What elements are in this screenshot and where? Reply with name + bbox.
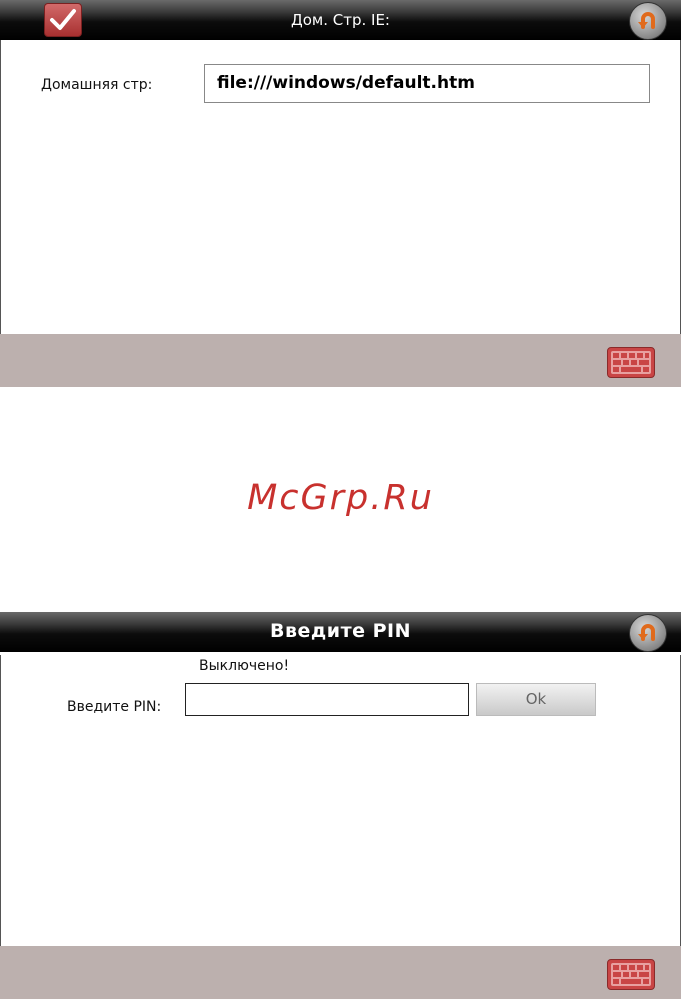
- bottom-bar: [0, 946, 681, 999]
- pin-label: Введите PIN:: [67, 699, 162, 715]
- keyboard-icon: [611, 963, 651, 986]
- back-button[interactable]: [629, 2, 667, 40]
- pin-entry-screen: Введите PIN Выключено! Введите PIN: Ok: [0, 612, 681, 999]
- back-arrow-icon: [638, 12, 655, 29]
- bottom-bar: [0, 334, 681, 387]
- keyboard-button[interactable]: [607, 347, 655, 378]
- pin-content: Выключено! Введите PIN: Ok: [0, 655, 681, 946]
- keyboard-icon: [611, 351, 651, 374]
- keyboard-button[interactable]: [607, 959, 655, 990]
- home-page-field[interactable]: file:///windows/default.htm: [204, 64, 650, 103]
- home-page-settings-screen: Дом. Стр. IE: Домашняя стр: file:///wind…: [0, 0, 681, 387]
- ok-button[interactable]: Ok: [476, 683, 596, 716]
- back-button[interactable]: [629, 614, 667, 652]
- screen-title: Дом. Стр. IE:: [291, 11, 390, 29]
- home-page-label: Домашняя стр:: [41, 77, 153, 93]
- status-message: Выключено!: [199, 658, 290, 674]
- title-bar: Введите PIN: [0, 612, 681, 652]
- title-bar: Дом. Стр. IE:: [0, 0, 681, 40]
- back-arrow-icon: [638, 624, 655, 641]
- pin-input[interactable]: [185, 683, 469, 716]
- settings-content: Домашняя стр: file:///windows/default.ht…: [0, 40, 681, 334]
- watermark-text: McGrp.Ru: [247, 478, 434, 518]
- screen-title: Введите PIN: [270, 620, 411, 642]
